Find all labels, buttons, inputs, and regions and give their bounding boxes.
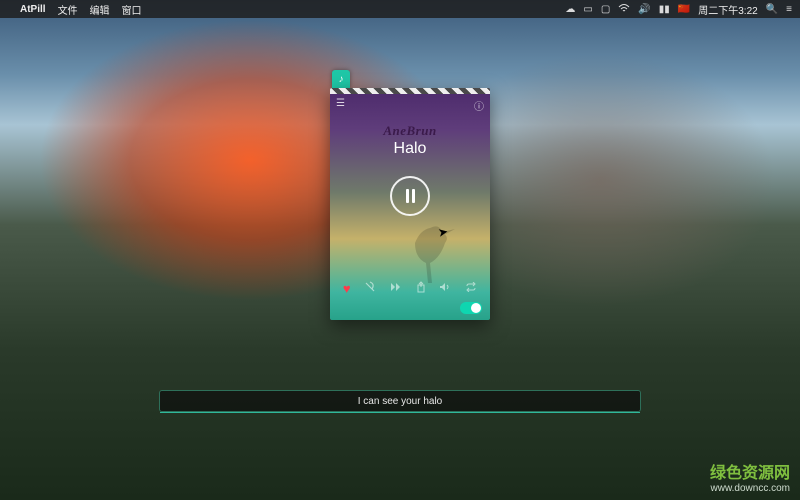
menu-edit[interactable]: 编辑 (90, 2, 110, 17)
heart-icon[interactable]: ♥ (343, 281, 351, 296)
info-icon[interactable]: ⓘ (474, 98, 484, 113)
track-title: Halo (330, 140, 490, 158)
next-icon[interactable] (390, 282, 402, 295)
book-icon[interactable]: ▭ (583, 4, 592, 15)
loop-icon[interactable] (465, 282, 477, 295)
share-icon[interactable] (416, 281, 426, 296)
lyrics-text: I can see your halo (358, 396, 443, 407)
display-icon[interactable]: ▢ (601, 4, 610, 15)
music-tab-icon[interactable]: ♪ (332, 70, 350, 88)
player-controls: ♥ (330, 281, 490, 296)
desktop-background: AtPill 文件 编辑 窗口 ☁ ▭ ▢ 🔊 ▮▮ 🇨🇳 周二下午3:22 🔍… (0, 0, 800, 500)
volume-control-icon[interactable] (439, 282, 451, 295)
cloud-icon[interactable]: ☁ (565, 4, 575, 15)
toggle-switch[interactable] (460, 302, 482, 314)
volume-icon[interactable]: 🔊 (638, 4, 650, 15)
pause-button[interactable] (390, 176, 430, 216)
list-icon[interactable]: ☰ (336, 98, 345, 113)
watermark-en: www.downcc.com (710, 483, 790, 494)
menu-window[interactable]: 窗口 (122, 2, 142, 17)
lyrics-bar: I can see your halo (160, 391, 640, 411)
lyrics-underline (160, 412, 640, 413)
watermark: 绿色资源网 www.downcc.com (710, 465, 790, 494)
menu-bar: AtPill 文件 编辑 窗口 ☁ ▭ ▢ 🔊 ▮▮ 🇨🇳 周二下午3:22 🔍… (0, 0, 800, 18)
clock[interactable]: 周二下午3:22 (698, 2, 757, 17)
player-window: ♪ ☰ ⓘ AneBrun Halo ♥ (330, 88, 490, 320)
wifi-icon[interactable] (618, 3, 630, 16)
menu-extra-icon[interactable]: ≡ (786, 4, 792, 15)
bird-silhouette-icon (400, 218, 460, 288)
battery-icon[interactable]: ▮▮ (659, 4, 670, 15)
menu-file[interactable]: 文件 (58, 2, 78, 17)
watermark-cn: 绿色资源网 (710, 465, 790, 483)
artist-label: AneBrun (330, 123, 490, 139)
app-menu[interactable]: AtPill (20, 4, 46, 15)
input-icon[interactable]: 🇨🇳 (678, 4, 690, 15)
dislike-icon[interactable] (364, 281, 376, 296)
player-body: ☰ ⓘ AneBrun Halo ♥ (330, 88, 490, 320)
search-icon[interactable]: 🔍 (766, 4, 778, 15)
